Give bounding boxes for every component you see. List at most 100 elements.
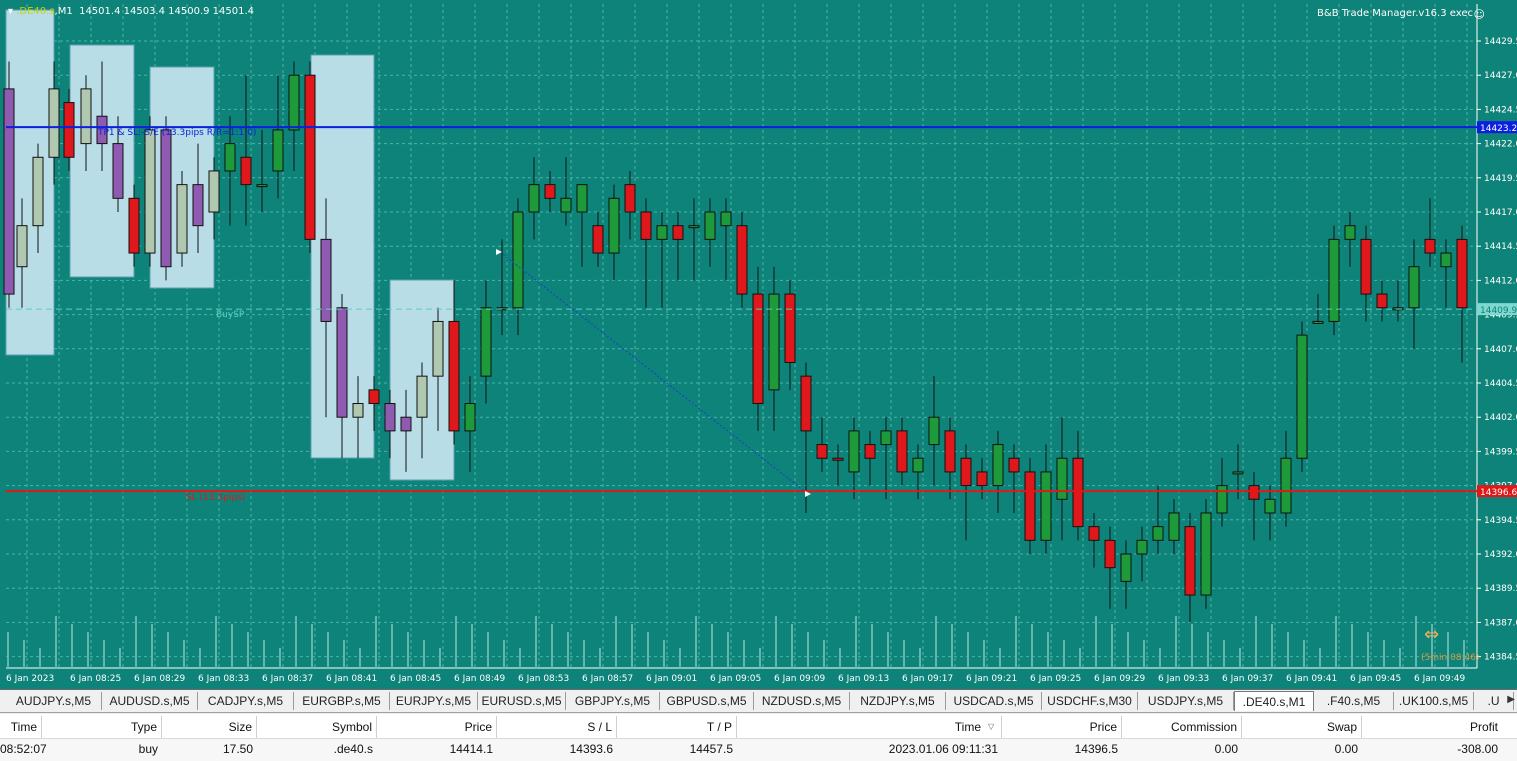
candle-body (1056, 457, 1068, 500)
tab-cadjpy-s-m5[interactable]: CADJPY.s,M5 (198, 692, 294, 710)
col-commission[interactable]: Commission (1122, 716, 1242, 738)
expert-advisor-label: B&B Trade Manager.v16.3 exec ☺ (1317, 8, 1485, 21)
time-label: 6 Jan 08:41 (326, 674, 377, 684)
col-close-time-label: Time (954, 720, 981, 734)
candle-body (912, 457, 924, 473)
chevron-down-icon[interactable]: ▾ (8, 6, 13, 17)
resize-arrows-icon[interactable]: ⇔ (1424, 624, 1439, 645)
candle-body (768, 293, 780, 391)
candle-body (1040, 471, 1052, 541)
tab-usdjpy-s-m5[interactable]: USDJPY.s,M5 (1138, 692, 1234, 710)
price-chart[interactable]: 14429.5 14427.0 14424.5 14422.0 14419.5 14417… (0, 0, 1517, 690)
cell-swap: 0.00 (1334, 742, 1358, 756)
candle-body (1104, 539, 1116, 569)
candle-body (720, 211, 732, 227)
tab-gbpusd-s-m5[interactable]: GBPUSD.s,M5 (660, 692, 754, 710)
sl-price-tag-text: 14396.6 (1480, 488, 1517, 498)
cell-commission: 0.00 (1214, 742, 1238, 756)
price-label: 14414.5 (1484, 242, 1517, 252)
time-label: 6 Jan 09:37 (1222, 674, 1273, 684)
candle-body (256, 184, 268, 188)
tab-audjpy-s-m5[interactable]: AUDJPY.s,M5 (6, 692, 102, 710)
cell-time: 08:52:07 (0, 742, 47, 756)
candle-body (1168, 512, 1180, 541)
tab-nzdusd-s-m5[interactable]: NZDUSD.s,M5 (754, 692, 850, 710)
chart-window[interactable]: 14429.5 14427.0 14424.5 14422.0 14419.5 14417… (0, 0, 1517, 690)
candle-body (752, 293, 764, 405)
candle-body (384, 403, 396, 432)
col-profit[interactable]: Profit (1362, 716, 1502, 738)
sort-arrow-icon: ▽ (988, 722, 995, 731)
col-sl[interactable]: S / L (497, 716, 617, 738)
col-price[interactable]: Price (377, 716, 497, 738)
tab-uk100-s-m5[interactable]: .UK100.s,M5 (1394, 692, 1474, 710)
tab-usdcad-s-m5[interactable]: USDCAD.s,M5 (946, 692, 1042, 710)
tab-audusd-s-m5[interactable]: AUDUSD.s,M5 (102, 692, 198, 710)
sl-label: SL (13.3pips) (186, 493, 245, 503)
time-label: 6 Jan 09:01 (646, 674, 697, 684)
time-label: 6 Jan 08:29 (134, 674, 186, 684)
candle-body (1312, 320, 1324, 324)
time-label: 6 Jan 2023 (6, 674, 54, 684)
tab-usdchf-s-m30[interactable]: USDCHF.s,M30 (1042, 692, 1138, 710)
candle-body (896, 430, 908, 473)
col-close-price[interactable]: Price (1002, 716, 1122, 738)
candle-body (512, 211, 524, 309)
candle-body (576, 184, 588, 213)
tab-eurjpy-s-m5[interactable]: EURJPY.s,M5 (390, 692, 478, 710)
col-tp[interactable]: T / P (617, 716, 737, 738)
time-label: 6 Jan 08:53 (518, 674, 569, 684)
candle-body (400, 416, 412, 432)
candle-body (16, 225, 28, 268)
candle-body (672, 225, 684, 240)
candle-body (640, 211, 652, 240)
candle-body (816, 444, 828, 459)
time-label: 6 Jan 08:49 (454, 674, 506, 684)
candle-body (192, 184, 204, 227)
time-label: 6 Jan 08:33 (198, 674, 249, 684)
tab-gbpjpy-s-m5[interactable]: GBPJPY.s,M5 (566, 692, 660, 710)
chart-header: ▾ .DE40.s,M1 14501.4 14503.4 14500.9 145… (8, 6, 255, 17)
candle-body (112, 143, 124, 199)
candle-body (848, 430, 860, 473)
time-label: 6 Jan 09:17 (902, 674, 953, 684)
col-time[interactable]: Time (0, 716, 42, 738)
candle-body (736, 225, 748, 295)
candle-body (464, 403, 476, 432)
time-label: 6 Jan 08:45 (390, 674, 441, 684)
candle-body (976, 471, 988, 487)
tabs-scroll-right-icon[interactable]: ▶ (1507, 694, 1515, 705)
col-close-time[interactable]: Time (737, 716, 1002, 738)
candle-body (352, 403, 364, 418)
tab-de40-s-m1[interactable]: .DE40.s,M1 (1234, 691, 1314, 711)
candle-body (704, 211, 716, 240)
tab-nzdjpy-s-m5[interactable]: NZDJPY.s,M5 (850, 692, 946, 710)
col-symbol[interactable]: Symbol (257, 716, 377, 738)
price-label: 14387.0 (1484, 618, 1517, 628)
col-swap[interactable]: Swap (1242, 716, 1362, 738)
entry-label: BuySP (216, 310, 245, 320)
candle-body (32, 156, 44, 227)
candle-body (1248, 485, 1260, 500)
cell-profit: -308.00 (1457, 742, 1498, 756)
col-type[interactable]: Type (42, 716, 162, 738)
tab-eurusd-s-m5[interactable]: EURUSD.s,M5 (478, 692, 566, 710)
price-label: 14422.0 (1484, 140, 1517, 150)
price-label: 14412.0 (1484, 276, 1517, 286)
tab-f40-s-m5[interactable]: .F40.s,M5 (1314, 692, 1394, 710)
candle-body (63, 102, 75, 158)
candle-body (144, 129, 156, 254)
candle-body (544, 184, 556, 199)
candle-body (944, 430, 956, 473)
time-label: 6 Jan 08:37 (262, 674, 313, 684)
candle-body (1280, 457, 1292, 514)
candle-body (1136, 539, 1148, 555)
col-size[interactable]: Size (162, 716, 257, 738)
candle-body (3, 88, 15, 295)
tab-eurgbp-s-m5[interactable]: EURGBP.s,M5 (294, 692, 390, 710)
candle-body (880, 430, 892, 446)
time-label: 6 Jan 08:57 (582, 674, 633, 684)
time-label: 6 Jan 09:25 (1030, 674, 1081, 684)
time-label: 6 Jan 09:21 (966, 674, 1017, 684)
candle-body (208, 170, 220, 213)
